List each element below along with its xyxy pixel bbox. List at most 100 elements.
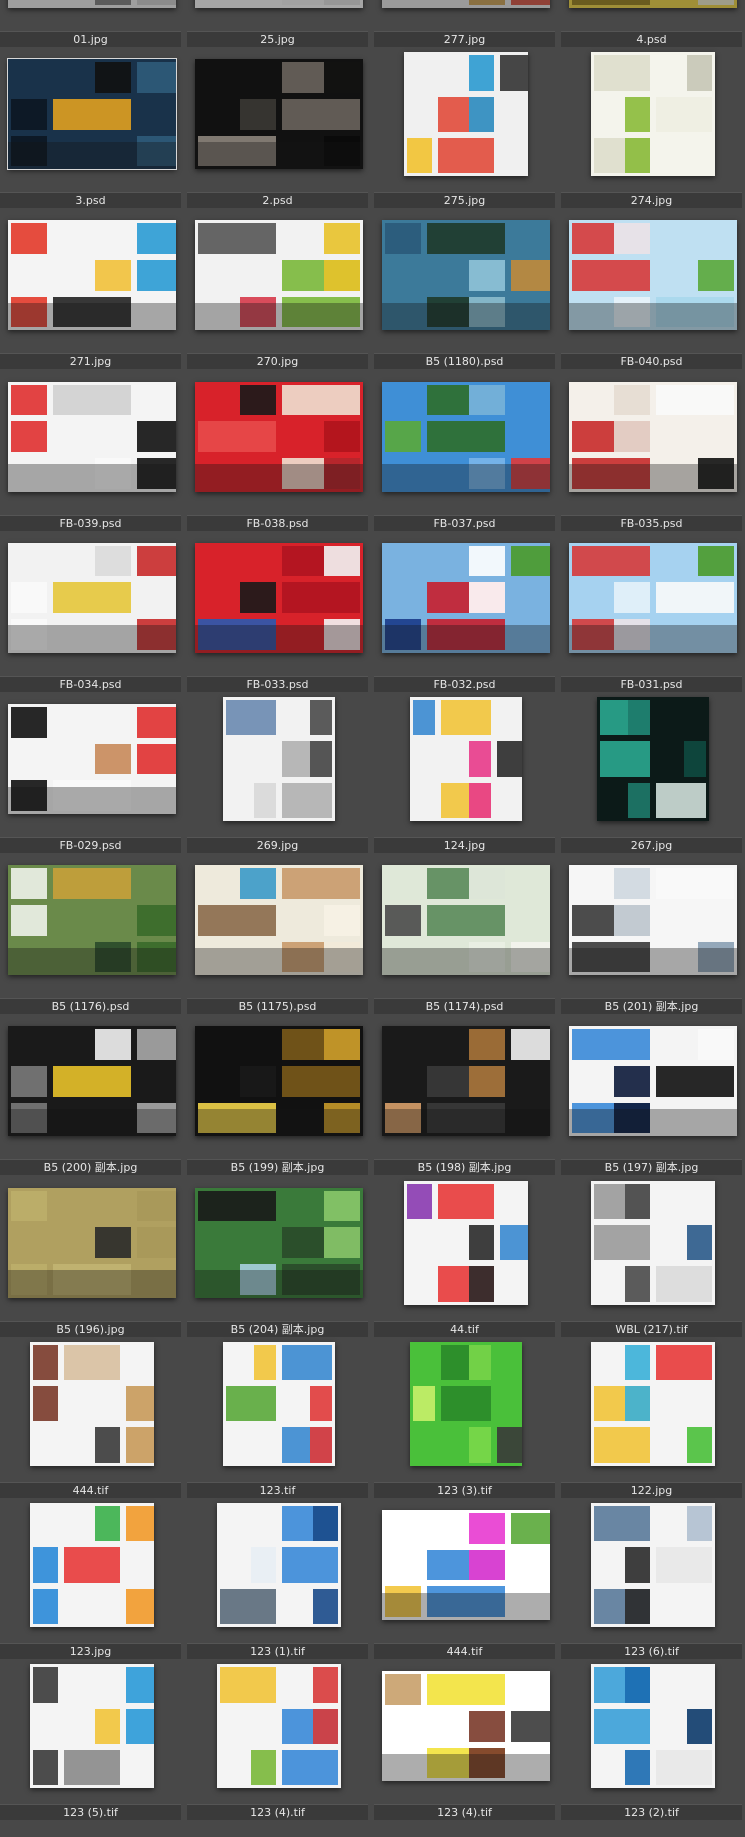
thumbnail-block <box>240 582 276 614</box>
thumbnail-block <box>198 1190 276 1222</box>
thumbnail-block <box>126 1588 154 1624</box>
thumbnail-item[interactable]: 123 (6).tif <box>561 1498 744 1659</box>
thumbnail-item[interactable]: B5 (1180).psd <box>374 208 557 370</box>
thumbnail-image <box>8 865 176 976</box>
thumbnail-item[interactable]: 444.tif <box>374 1498 557 1659</box>
thumbnail-item[interactable]: 123 (1).tif <box>187 1498 370 1659</box>
thumbnail-item[interactable]: 123.tif <box>187 1337 370 1498</box>
filename-bar: 01.jpg <box>0 31 181 47</box>
thumbnail-block <box>137 904 176 936</box>
thumbnail-block <box>656 1547 712 1583</box>
thumbnail-image <box>591 1180 715 1305</box>
thumbnail-item[interactable]: 123 (5).tif <box>0 1659 183 1821</box>
thumbnail-item[interactable]: 270.jpg <box>187 208 370 370</box>
thumbnail-block <box>594 1708 650 1744</box>
thumbnail-block <box>324 421 360 452</box>
thumbnail-item[interactable]: B5 (1174).psd <box>374 853 557 1015</box>
thumbnail-item[interactable]: 277.jpg <box>374 0 557 47</box>
thumbnail-shadow <box>382 464 550 492</box>
thumbnail-shadow <box>195 625 363 653</box>
thumbnail-item[interactable]: B5 (197) 副本.jpg <box>561 1014 744 1176</box>
thumbnail-block <box>198 223 276 255</box>
thumbnail-item[interactable]: FB-039.psd <box>0 370 183 531</box>
thumbnail-item[interactable]: FB-035.psd <box>561 370 744 531</box>
thumbnail-item[interactable]: 123.jpg <box>0 1498 183 1659</box>
filename-label: FB-032.psd <box>433 677 496 691</box>
thumbnail-item[interactable]: FB-031.psd <box>561 531 744 692</box>
thumbnail-image <box>223 1341 335 1466</box>
filename-label: 2.psd <box>262 194 293 208</box>
thumbnail-block <box>53 582 131 614</box>
thumbnail-shadow <box>195 464 363 492</box>
thumbnail-item[interactable]: B5 (196).jpg <box>0 1176 183 1337</box>
filename-label: B5 (197) 副本.jpg <box>604 1161 699 1175</box>
thumbnail-item[interactable]: 01.jpg <box>0 0 183 47</box>
thumbnail-item[interactable]: B5 (1176).psd <box>0 853 183 1015</box>
thumbnail-item[interactable]: FB-038.psd <box>187 370 370 531</box>
thumbnail-item[interactable]: B5 (198) 副本.jpg <box>374 1014 557 1176</box>
filename-bar: 123 (5).tif <box>0 1804 181 1821</box>
thumbnail-item[interactable]: 3.psd <box>0 47 183 209</box>
thumbnail-image <box>195 220 363 331</box>
thumbnail-block <box>282 1066 360 1097</box>
thumbnail-item[interactable]: 122.jpg <box>561 1337 744 1498</box>
thumbnail-block <box>11 384 47 416</box>
thumbnail-shadow <box>8 464 176 492</box>
thumbnail-item[interactable]: FB-033.psd <box>187 531 370 692</box>
filename-bar: 123 (2).tif <box>561 1804 742 1821</box>
thumbnail-item[interactable]: 123 (4).tif <box>374 1659 557 1821</box>
thumbnail-block <box>251 1547 276 1583</box>
thumbnail-item[interactable]: 274.jpg <box>561 47 744 209</box>
thumbnail-shadow <box>8 947 176 976</box>
thumbnail-block <box>656 1066 734 1097</box>
thumbnail-block <box>469 1224 494 1261</box>
thumbnail-item[interactable]: 44.tif <box>374 1176 557 1337</box>
thumbnail-block <box>11 98 47 130</box>
thumbnail-item[interactable]: 123 (4).tif <box>187 1659 370 1821</box>
thumbnail-item[interactable]: FB-029.psd <box>0 692 183 853</box>
thumbnail-item[interactable]: 124.jpg <box>374 692 557 853</box>
thumbnail-block <box>385 421 421 452</box>
thumbnail-item[interactable]: WBL (217).tif <box>561 1176 744 1337</box>
thumbnail-image <box>8 0 176 8</box>
thumbnail-block <box>413 1386 435 1422</box>
thumbnail-item[interactable]: 123 (3).tif <box>374 1337 557 1498</box>
thumbnail-block <box>240 98 276 130</box>
thumbnail-block <box>251 1749 276 1786</box>
thumbnail-item[interactable]: 267.jpg <box>561 692 744 853</box>
filename-label: FB-037.psd <box>433 516 496 530</box>
thumbnail-item[interactable]: 269.jpg <box>187 692 370 853</box>
thumbnail-item[interactable]: 275.jpg <box>374 47 557 209</box>
thumbnail-item[interactable]: B5 (200) 副本.jpg <box>0 1014 183 1176</box>
thumbnail-block <box>625 1386 650 1422</box>
thumbnail-block <box>282 582 360 614</box>
thumbnail-item[interactable]: B5 (201) 副本.jpg <box>561 853 744 1015</box>
thumbnail-item[interactable]: B5 (1175).psd <box>187 853 370 1015</box>
thumbnail-item[interactable]: FB-040.psd <box>561 208 744 370</box>
filename-bar: 4.psd <box>561 31 742 47</box>
thumbnail-block <box>137 260 176 291</box>
thumbnail-block <box>11 1190 47 1222</box>
thumbnail-block <box>438 1183 494 1219</box>
thumbnail-shadow <box>195 302 363 331</box>
thumbnail-block <box>614 904 650 936</box>
thumbnail-item[interactable]: FB-034.psd <box>0 531 183 692</box>
thumbnail-item[interactable]: B5 (199) 副本.jpg <box>187 1014 370 1176</box>
thumbnail-item[interactable]: 123 (2).tif <box>561 1659 744 1821</box>
filename-label: 123 (2).tif <box>624 1806 679 1820</box>
thumbnail-item[interactable]: 2.psd <box>187 47 370 209</box>
thumbnail-block <box>313 1708 338 1744</box>
thumbnail-item[interactable]: FB-037.psd <box>374 370 557 531</box>
thumbnail-block <box>469 1029 505 1061</box>
filename-bar: 123.jpg <box>0 1643 181 1659</box>
thumbnail-item[interactable]: B5 (204) 副本.jpg <box>187 1176 370 1337</box>
thumbnail-block <box>469 384 505 416</box>
thumbnail-item[interactable]: 4.psd <box>561 0 744 47</box>
thumbnail-image <box>404 1180 528 1305</box>
thumbnail-block <box>656 96 712 132</box>
thumbnail-item[interactable]: FB-032.psd <box>374 531 557 692</box>
thumbnail-item[interactable]: 25.jpg <box>187 0 370 47</box>
thumbnail-item[interactable]: 444.tif <box>0 1337 183 1498</box>
thumbnail-block <box>469 1066 505 1097</box>
thumbnail-item[interactable]: 271.jpg <box>0 208 183 370</box>
